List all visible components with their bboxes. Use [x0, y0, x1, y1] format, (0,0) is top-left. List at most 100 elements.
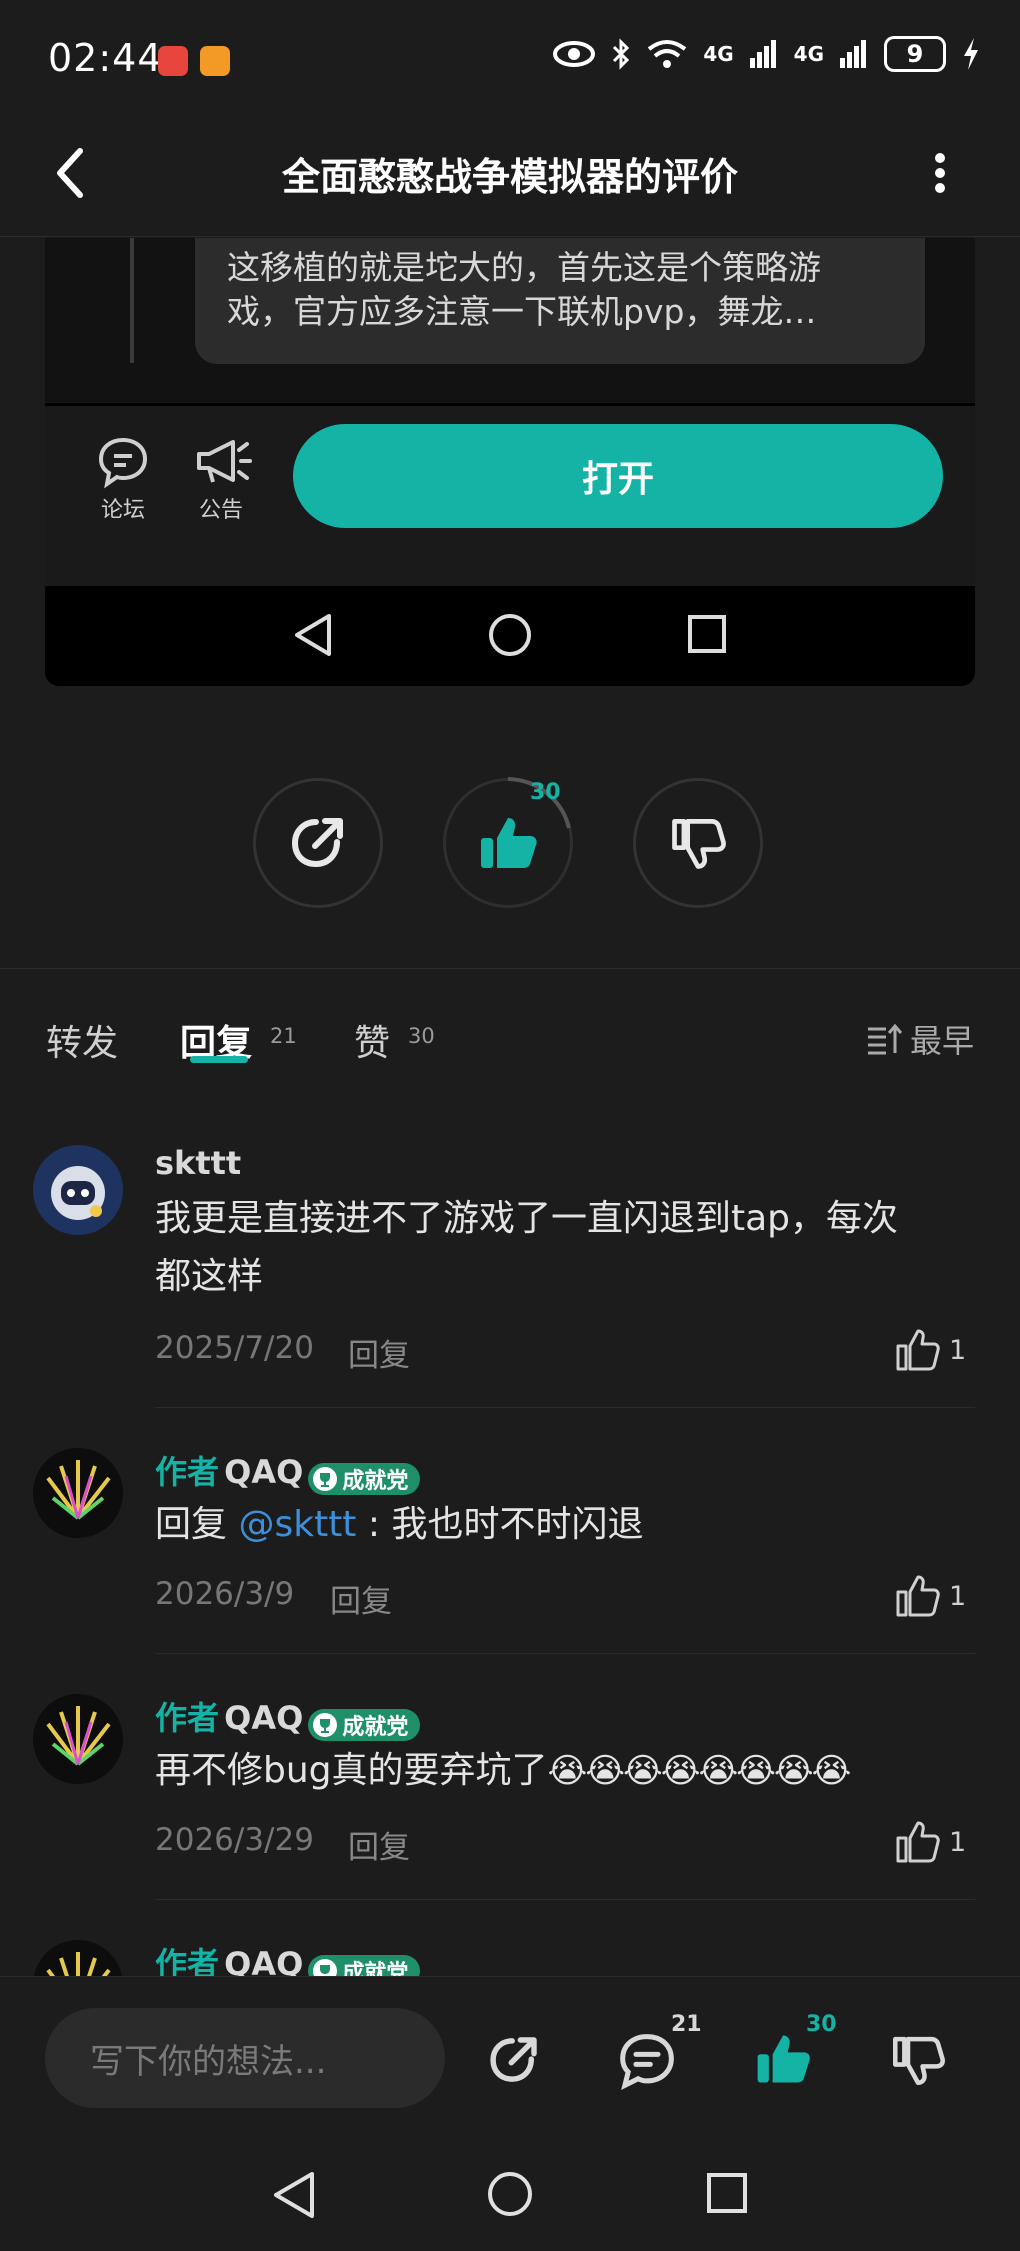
comment-reply-button[interactable]: 回复 [348, 1822, 410, 1867]
comment-username[interactable]: QAQ [224, 1699, 303, 1737]
comment-username[interactable]: skttt [155, 1144, 241, 1182]
comment-reply-button[interactable]: 回复 [348, 1330, 410, 1375]
app-notification-icon [158, 46, 188, 76]
author-tag: 作者 [155, 1453, 220, 1491]
charging-icon [964, 38, 978, 70]
achievement-badge: 成就党 [308, 1708, 421, 1741]
comment-reply-button[interactable]: 回复 [330, 1576, 392, 1621]
share-icon[interactable] [484, 2030, 544, 2090]
comment-header: 作者 QAQ 成就党 [155, 1693, 421, 1741]
network-4g-label: 4G [703, 42, 734, 66]
comment-body: : 我也时不时闪退 [356, 1504, 644, 1545]
comment-divider [155, 1653, 975, 1654]
thumbs-down-icon [672, 819, 726, 869]
sort-button[interactable]: 最早 [866, 1016, 974, 1062]
system-recents-icon[interactable] [706, 2172, 748, 2214]
notice-label: 公告 [198, 498, 243, 523]
comment-input[interactable]: 写下你的想法... [45, 2008, 445, 2108]
avatar[interactable] [33, 1448, 123, 1538]
battery-indicator: 9 [884, 36, 946, 72]
thumbs-up-outline-icon [896, 1575, 940, 1617]
mention-link[interactable]: @skttt [238, 1504, 356, 1545]
nav-back-icon [295, 614, 331, 656]
forum-icon [98, 437, 148, 489]
author-tag: 作者 [155, 1699, 220, 1737]
comment-header: 作者 QAQ 成就党 [155, 1447, 421, 1495]
sort-icon [867, 1023, 902, 1055]
battery-level: 9 [906, 40, 924, 68]
comment-like-button[interactable]: 1 [895, 1328, 966, 1372]
badge-label: 成就党 [342, 1714, 409, 1740]
system-back-icon[interactable] [272, 2170, 316, 2220]
comment-date: 2026/3/9 [155, 1576, 295, 1612]
comment-like-count: 1 [949, 1580, 967, 1612]
thumbs-up-outline-icon [896, 1821, 940, 1863]
comment-text: 我更是直接进不了游戏了一直闪退到tap，每次 都这样 [155, 1190, 975, 1306]
app-notification-icon [200, 46, 230, 76]
status-bar: 02:44 4G 4G 9 [0, 0, 1020, 120]
megaphone-icon [197, 440, 252, 483]
page-title: 全面憨憨战争模拟器的评价 [281, 155, 738, 199]
bluetooth-icon [613, 38, 630, 70]
comment-like-button[interactable]: 1 [895, 1820, 966, 1864]
share-icon [291, 818, 343, 868]
thumbs-up-outline-icon [896, 1329, 940, 1371]
comment-line: 我更是直接进不了游戏了一直闪退到tap，每次 [155, 1198, 899, 1239]
fireworks-avatar-icon [33, 1694, 123, 1784]
sort-label: 最早 [909, 1022, 974, 1060]
comment-divider [155, 1899, 975, 1900]
open-game-button: 打开 [293, 424, 943, 528]
avatar[interactable] [33, 1694, 123, 1784]
comment-like-count: 1 [949, 1334, 967, 1366]
comment-like-button[interactable]: 1 [895, 1574, 966, 1618]
comment-like-count: 1 [949, 1826, 967, 1858]
review-screenshot: 这移植的就是坨大的，首先这是个策略游 戏，官方应多注意一下联机pvp，舞龙… 论… [45, 238, 975, 686]
thumbs-up-icon[interactable] [752, 2028, 814, 2090]
likes-count: 30 [408, 1024, 435, 1048]
fireworks-avatar-icon [33, 1448, 123, 1538]
comment-divider [155, 1407, 975, 1408]
badge-label: 成就党 [342, 1468, 409, 1494]
avatar[interactable] [33, 1145, 123, 1235]
tab-repost[interactable]: 转发 [46, 1014, 118, 1066]
status-icons: 4G 4G 9 [553, 36, 980, 72]
quote-bar [130, 238, 134, 363]
wifi-icon [648, 40, 687, 68]
status-time: 02:44 [48, 36, 163, 80]
signal-icon [749, 40, 776, 68]
like-count-badge: 30 [530, 780, 561, 805]
achievement-badge: 成就党 [308, 1462, 421, 1495]
comment-count-badge: 21 [671, 2012, 702, 2037]
reply-prefix: 回复 [155, 1504, 228, 1545]
dislike-button[interactable] [633, 778, 763, 908]
trophy-icon [313, 1712, 338, 1737]
nav-home-icon [489, 614, 531, 656]
network-4g-label: 4G [793, 42, 824, 66]
screenshot-quote-text: 这移植的就是坨大的，首先这是个策略游 戏，官方应多注意一下联机pvp，舞龙… [227, 246, 917, 334]
system-home-icon[interactable] [486, 2170, 534, 2218]
crying-emoji: 😭😭😭😭😭😭😭😭 [547, 1751, 852, 1791]
nav-recents-icon [688, 615, 726, 653]
forum-label: 论坛 [100, 498, 145, 523]
comment-date: 2026/3/29 [155, 1822, 314, 1858]
trophy-icon [313, 1466, 338, 1491]
eye-icon [553, 41, 596, 67]
signal-icon [840, 40, 866, 68]
comment-date: 2025/7/20 [155, 1330, 314, 1366]
more-options-icon[interactable] [928, 148, 952, 198]
comment-body: 再不修bug真的要弃坑了 [155, 1750, 548, 1791]
section-divider [0, 968, 1020, 969]
comment-text: 再不修bug真的要弃坑了😭😭😭😭😭😭😭😭 [155, 1742, 985, 1800]
comment-icon[interactable] [616, 2030, 678, 2092]
quote-line: 这移植的就是坨大的，首先这是个策略游 [227, 248, 821, 287]
like-count-badge: 30 [806, 2012, 837, 2037]
tab-likes[interactable]: 赞 [354, 1014, 390, 1066]
comment-username[interactable]: QAQ [224, 1453, 303, 1491]
quote-line: 戏，官方应多注意一下联机pvp，舞龙… [227, 292, 817, 331]
reply-count: 21 [270, 1024, 297, 1048]
active-tab-indicator [190, 1056, 248, 1063]
share-button[interactable] [253, 778, 383, 908]
comment-line: 都这样 [155, 1256, 264, 1297]
robot-avatar-icon [33, 1145, 123, 1235]
thumbs-down-icon[interactable] [888, 2030, 948, 2090]
